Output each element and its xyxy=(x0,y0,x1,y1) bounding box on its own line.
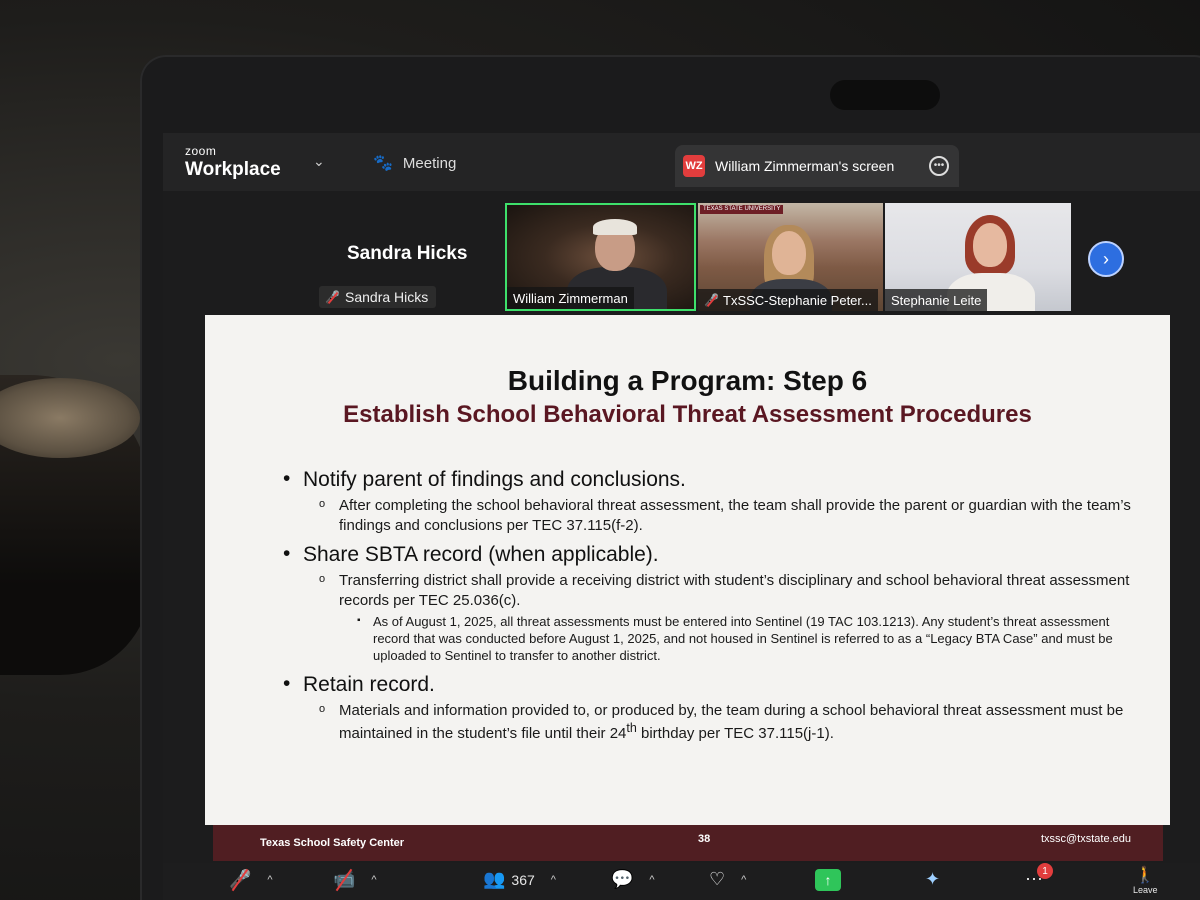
slide-subtitle: Establish School Behavioral Threat Asses… xyxy=(343,401,1032,428)
shared-screen-title: William Zimmerman's screen xyxy=(715,158,895,174)
next-participants-button[interactable]: › xyxy=(1088,241,1124,277)
slide-content: Notify parent of findings and conclusion… xyxy=(283,460,1143,744)
chat-icon: 💬 xyxy=(611,869,634,889)
video-button[interactable]: 📹 ^ xyxy=(333,869,377,890)
slide-sub-bullet: After completing the school behavioral t… xyxy=(319,496,1143,535)
leave-icon: 🚶 xyxy=(1135,867,1156,884)
paw-icon: 🐾 xyxy=(373,155,393,172)
video-tile-stephanie-peter[interactable]: TEXAS STATE UNIVERSITY 🎤 TxSSC-Stephanie… xyxy=(698,203,883,311)
participant-strip: Sandra Hicks 🎤 Sandra Hicks William Zimm… xyxy=(163,201,1200,313)
camera-icon: 📹 xyxy=(333,869,356,889)
ordinal-suffix: th xyxy=(626,721,637,736)
slide-sub-bullet: Materials and information provided to, o… xyxy=(319,701,1143,744)
more-options-icon[interactable]: ••• xyxy=(929,156,949,176)
video-tile-stephanie-leite[interactable]: Stephanie Leite xyxy=(885,203,1071,311)
title-bar: zoom Workplace ⌄ 🐾 Meeting WZ William Zi… xyxy=(163,133,1200,191)
participant-name: TxSSC-Stephanie Peter... xyxy=(723,292,872,308)
footer-organization: Texas School Safety Center xyxy=(260,837,405,849)
slide-footer: Texas School Safety Center 38 txssc@txst… xyxy=(213,825,1163,861)
mic-muted-icon: 🎤 xyxy=(704,293,719,307)
tab-shared-screen[interactable]: WZ William Zimmerman's screen ••• xyxy=(675,145,959,187)
brand-workplace: Workplace xyxy=(185,159,281,180)
slide-title: Building a Program: Step 6 xyxy=(507,365,868,396)
notification-badge: 1 xyxy=(1037,863,1053,879)
slide-sub-sub-bullet: As of August 1, 2025, all threat assessm… xyxy=(357,614,1143,665)
participant-name-label: 🎤 TxSSC-Stephanie Peter... xyxy=(698,289,878,311)
participant-hair xyxy=(593,219,637,235)
self-display-name: Sandra Hicks xyxy=(347,243,468,264)
participants-button[interactable]: 👥 367 ^ xyxy=(483,869,556,890)
participant-face xyxy=(772,231,806,275)
self-label-text: Sandra Hicks xyxy=(345,289,429,305)
shared-slide: Building a Program: Step 6 Establish Sch… xyxy=(205,315,1170,825)
chat-button[interactable]: 💬 ^ xyxy=(611,869,655,890)
ai-companion-button[interactable]: ✦ xyxy=(925,869,940,890)
presenter-avatar: WZ xyxy=(683,155,705,177)
participant-name-label: Stephanie Leite xyxy=(885,289,988,311)
retain-text-end: birthday per TEC 37.115(j-1). xyxy=(636,725,834,743)
self-name-label: 🎤 Sandra Hicks xyxy=(319,286,437,308)
participants-options-caret[interactable]: ^ xyxy=(551,874,556,886)
zoom-window: zoom Workplace ⌄ 🐾 Meeting WZ William Zi… xyxy=(163,133,1200,900)
participant-name: William Zimmerman xyxy=(513,290,628,306)
leave-button[interactable]: 🚶 Leave xyxy=(1133,865,1158,895)
share-screen-button[interactable]: ↑ xyxy=(815,869,841,891)
reactions-button[interactable]: ♡ ^ xyxy=(709,869,746,890)
sparkle-icon: ✦ xyxy=(925,869,941,889)
chat-options-caret[interactable]: ^ xyxy=(649,874,654,886)
chevron-right-icon: › xyxy=(1103,248,1109,269)
audio-options-caret[interactable]: ^ xyxy=(267,874,272,886)
video-tile-william-zimmerman[interactable]: William Zimmerman xyxy=(505,203,696,311)
footer-email: txssc@txstate.edu xyxy=(1040,833,1131,845)
mic-muted-icon: 🎤 xyxy=(325,290,340,304)
more-button[interactable]: ⋯ 1 xyxy=(1025,863,1053,890)
reactions-options-caret[interactable]: ^ xyxy=(741,874,746,886)
participant-name-label: William Zimmerman xyxy=(507,287,634,309)
slide-bullet: Notify parent of findings and conclusion… xyxy=(283,468,1143,492)
zoom-workplace-logo[interactable]: zoom Workplace xyxy=(185,145,281,179)
slide-sub-bullet: Transferring district shall provide a re… xyxy=(319,571,1143,610)
share-arrow-icon: ↑ xyxy=(815,869,841,891)
participant-name: Stephanie Leite xyxy=(891,292,982,308)
meeting-toolbar: 🎤 ^ 📹 ^ 👥 367 ^ 💬 ^ ♡ ^ ↑ ✦ ⋯ 1 🚶 Leave xyxy=(163,863,1200,900)
heart-icon: ♡ xyxy=(709,869,726,889)
leave-label: Leave xyxy=(1133,885,1158,895)
texas-state-university-logo: TEXAS STATE UNIVERSITY xyxy=(700,205,784,214)
slide-bullet: Retain record. xyxy=(283,673,1143,697)
tab-meeting[interactable]: 🐾 Meeting xyxy=(373,153,456,173)
brand-zoom: zoom xyxy=(185,144,217,158)
slide-page-number: 38 xyxy=(698,833,711,845)
microphone-icon: 🎤 xyxy=(229,869,252,889)
laptop-camera xyxy=(830,80,940,110)
video-options-caret[interactable]: ^ xyxy=(371,874,376,886)
participant-face xyxy=(973,223,1007,267)
slide-bullet: Share SBTA record (when applicable). xyxy=(283,543,1143,567)
participant-count: 367 xyxy=(511,871,535,888)
tab-meeting-label: Meeting xyxy=(402,154,457,172)
chevron-down-icon[interactable]: ⌄ xyxy=(313,153,325,170)
mute-button[interactable]: 🎤 ^ xyxy=(229,869,273,890)
participants-icon: 👥 xyxy=(483,869,506,889)
